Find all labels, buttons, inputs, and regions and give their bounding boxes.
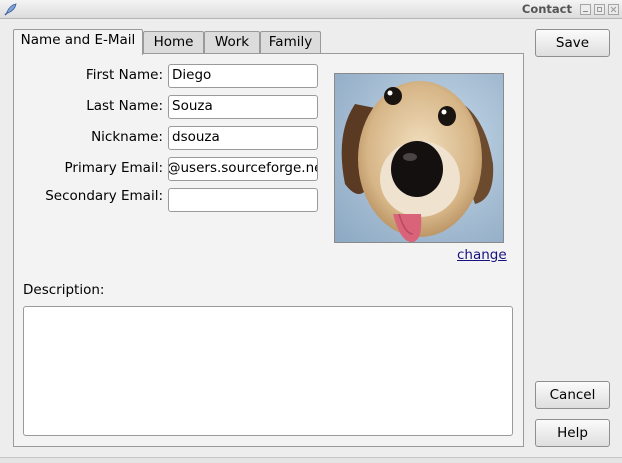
nickname-label: Nickname:: [91, 129, 163, 145]
feather-icon[interactable]: [3, 2, 18, 17]
nickname-field[interactable]: dsouza: [168, 126, 318, 150]
primary-email-field[interactable]: @users.sourceforge.net: [168, 157, 318, 181]
change-photo-link[interactable]: change: [457, 247, 507, 263]
dog-photo-image: [335, 74, 503, 242]
tab-family[interactable]: Family: [260, 31, 321, 55]
first-name-field[interactable]: Diego: [168, 64, 318, 88]
tab-name-and-email[interactable]: Name and E-Mail: [13, 29, 143, 55]
description-textarea[interactable]: [23, 306, 513, 436]
window-bottom-border: [0, 457, 622, 463]
cancel-button[interactable]: Cancel: [535, 381, 610, 409]
window-titlebar: Contact: [0, 0, 622, 19]
help-button[interactable]: Help: [535, 419, 610, 447]
tab-home[interactable]: Home: [143, 31, 204, 55]
primary-email-value: @users.sourceforge.net: [168, 160, 318, 176]
close-icon[interactable]: [608, 4, 619, 15]
first-name-label: First Name:: [85, 67, 163, 83]
save-button[interactable]: Save: [535, 29, 610, 57]
maximize-icon[interactable]: [594, 4, 605, 15]
window-title: Contact: [521, 2, 572, 16]
secondary-email-label: Secondary Email:: [45, 188, 163, 204]
last-name-field[interactable]: Souza: [168, 95, 318, 119]
secondary-email-field[interactable]: [168, 188, 318, 212]
contact-photo: [334, 73, 504, 243]
last-name-label: Last Name:: [86, 98, 163, 114]
tab-work[interactable]: Work: [204, 31, 260, 55]
primary-email-label: Primary Email:: [64, 160, 163, 176]
description-label: Description:: [23, 282, 105, 298]
minimize-icon[interactable]: [580, 4, 591, 15]
